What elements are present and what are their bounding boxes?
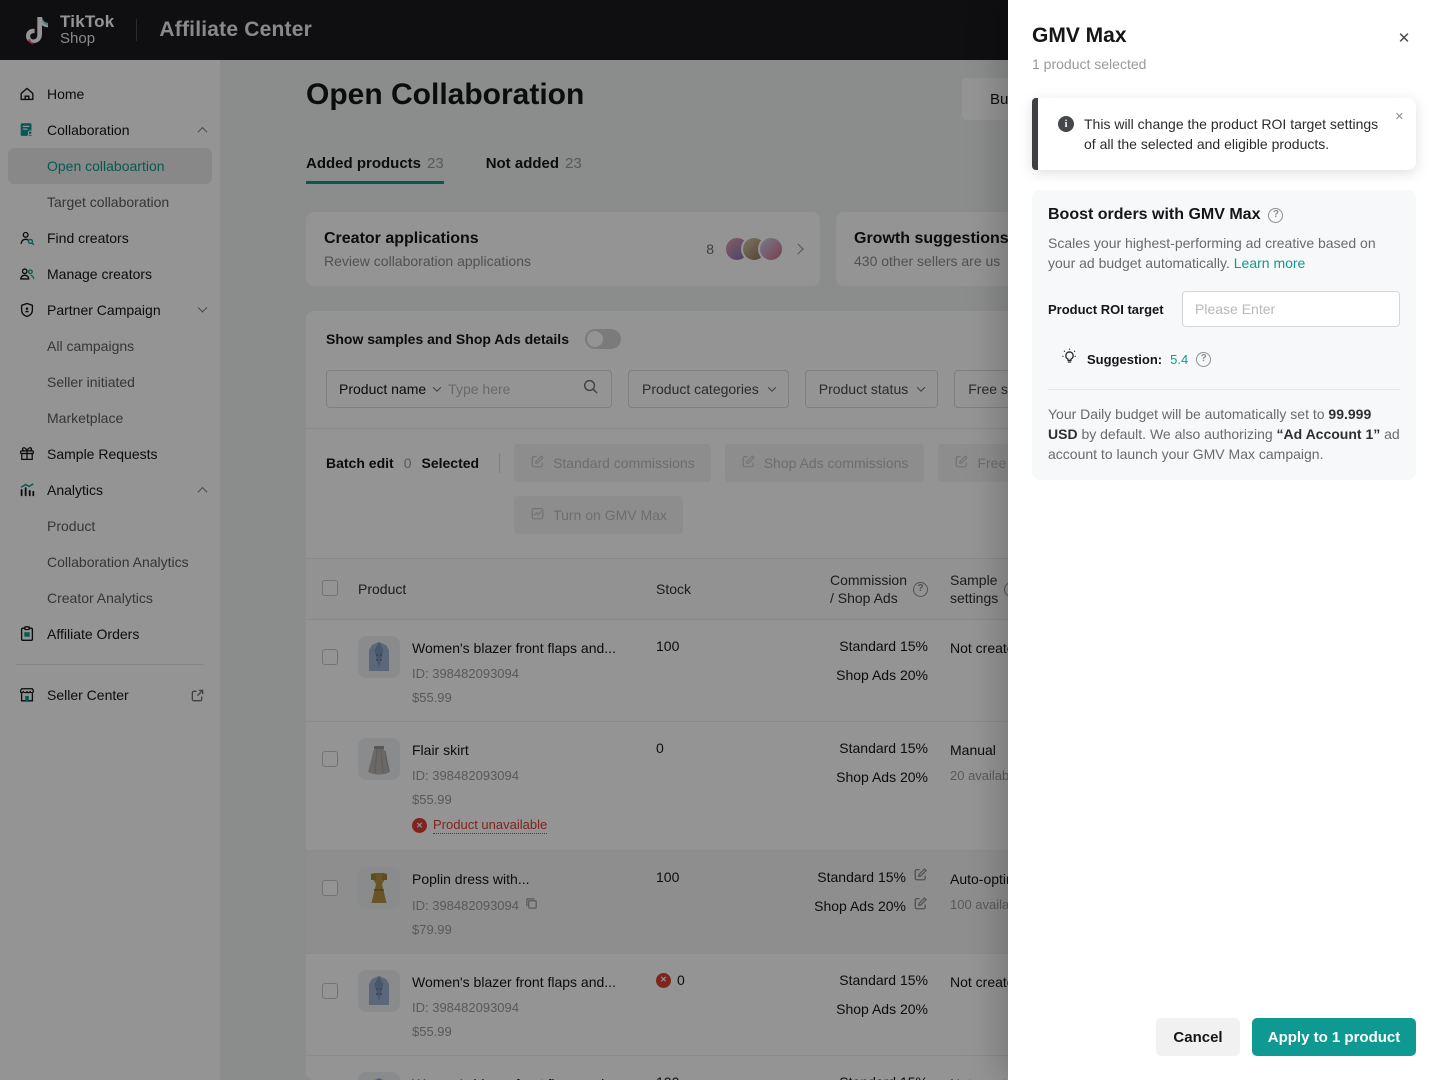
card-divider bbox=[1048, 389, 1400, 390]
drawer-subtitle: 1 product selected bbox=[1032, 56, 1147, 72]
suggestion-value[interactable]: 5.4 bbox=[1170, 352, 1188, 367]
notice-text: This will change the product ROI target … bbox=[1084, 116, 1379, 152]
close-icon[interactable] bbox=[1394, 28, 1414, 48]
drawer-title: GMV Max bbox=[1032, 24, 1127, 47]
boost-orders-card: Boost orders with GMV Max Scales your hi… bbox=[1032, 190, 1416, 480]
roi-change-notice: This will change the product ROI target … bbox=[1032, 98, 1416, 170]
apply-button[interactable]: Apply to 1 product bbox=[1252, 1018, 1416, 1056]
ad-account-name: “Ad Account 1” bbox=[1276, 426, 1381, 442]
help-icon[interactable] bbox=[1268, 207, 1284, 223]
cancel-button[interactable]: Cancel bbox=[1156, 1018, 1240, 1056]
roi-target-input[interactable] bbox=[1182, 291, 1400, 327]
gmv-max-drawer: GMV Max 1 product selected This will cha… bbox=[1008, 0, 1440, 1080]
info-icon bbox=[1058, 116, 1074, 132]
roi-target-label: Product ROI target bbox=[1048, 301, 1164, 317]
learn-more-link[interactable]: Learn more bbox=[1234, 255, 1306, 271]
budget-note: Your Daily budget will be automatically … bbox=[1048, 404, 1400, 464]
boost-description: Scales your highest-performing ad creati… bbox=[1048, 235, 1376, 271]
budget-text: Your Daily budget will be automatically … bbox=[1048, 406, 1329, 422]
suggestion-label: Suggestion: bbox=[1087, 351, 1163, 367]
notice-close-icon[interactable] bbox=[1395, 110, 1404, 123]
help-icon[interactable] bbox=[1196, 351, 1212, 367]
boost-title: Boost orders with GMV Max bbox=[1048, 206, 1261, 223]
lightbulb-icon bbox=[1060, 347, 1079, 371]
budget-text: by default. We also authorizing bbox=[1077, 426, 1277, 442]
